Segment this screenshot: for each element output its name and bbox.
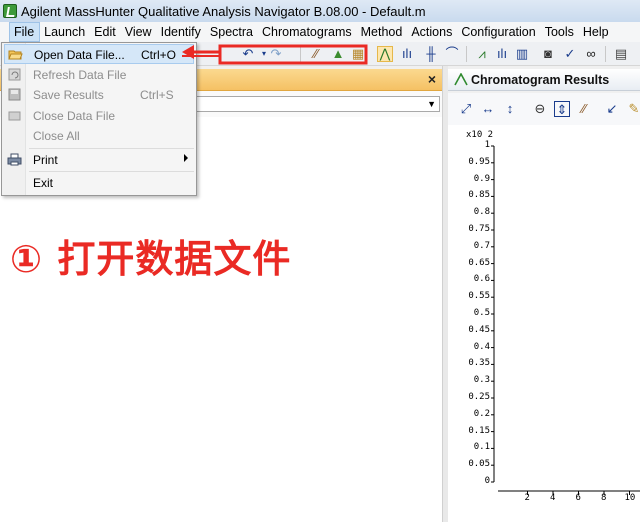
close-data-file-label: Close Data File: [33, 109, 116, 123]
y-tick-label: 0: [484, 476, 490, 486]
chromatogram-mode-icon[interactable]: ⋀: [377, 46, 393, 62]
menu-file[interactable]: File: [9, 22, 41, 42]
menu-help[interactable]: Help: [579, 22, 614, 42]
extract-chromatogram-icon[interactable]: ⩘: [474, 46, 490, 62]
menu-launch[interactable]: Launch: [40, 22, 90, 42]
menu-item-close-all[interactable]: Close All: [4, 126, 194, 146]
y-tick-label: 1: [484, 140, 490, 150]
y-tick-label: 0.75: [468, 224, 490, 234]
y-tick-label: 0.45: [468, 324, 490, 335]
extract-spectrum-icon[interactable]: ılı: [494, 46, 510, 62]
menu-item-print[interactable]: Print: [4, 150, 194, 170]
menu-item-open-data-file[interactable]: Open Data File... Ctrl+O: [4, 44, 194, 64]
save-results-label: Save Results: [33, 88, 104, 102]
file-menu-dropdown: Open Data File... Ctrl+O Refresh Data Fi…: [1, 42, 197, 196]
menu-item-close-data-file[interactable]: Close Data File: [4, 106, 194, 126]
y-tick-label: 0.05: [468, 459, 490, 470]
autoscale-x-icon[interactable]: ↔: [480, 101, 496, 117]
y-tick-label: 0.6: [473, 274, 490, 285]
y-tick-label: 0.5: [473, 308, 490, 318]
menu-separator: [29, 171, 194, 172]
data-navigator-select[interactable]: ▼: [195, 96, 440, 112]
y-tick-label: 0.4: [473, 341, 490, 352]
structure-icon[interactable]: ∞: [583, 46, 599, 62]
menu-tools[interactable]: Tools: [541, 22, 579, 42]
deconvolute-icon[interactable]: ▥: [514, 46, 530, 62]
save-icon: [7, 87, 22, 102]
refresh-icon: [7, 67, 22, 82]
y-tick-label: 0.8: [473, 207, 490, 218]
x-tick-label: 2: [524, 493, 530, 503]
menu-chromatograms[interactable]: Chromatograms: [258, 22, 357, 42]
menu-edit[interactable]: Edit: [90, 22, 121, 42]
menu-separator: [29, 148, 194, 149]
menu-view[interactable]: View: [121, 22, 157, 42]
menu-method[interactable]: Method: [357, 22, 408, 42]
step-annotation: ① 打开数据文件: [10, 237, 292, 281]
exit-label: Exit: [33, 176, 54, 190]
y-tick-label: 0.9: [473, 173, 490, 184]
menu-item-save-results[interactable]: Save Results Ctrl+S: [4, 85, 194, 105]
open-data-file-label: Open Data File...: [34, 48, 125, 62]
formula-icon[interactable]: ✓: [562, 46, 578, 62]
menu-identify[interactable]: Identify: [157, 22, 206, 42]
annotation-arrow: [182, 44, 368, 65]
y-tick-label: 0.95: [468, 156, 490, 167]
printer-icon: [7, 152, 22, 167]
chevron-down-icon: ▼: [427, 99, 436, 109]
window-title: Agilent MassHunter Qualitative Analysis …: [21, 3, 426, 19]
toolbar-separator: [466, 46, 467, 62]
title-bar: Agilent MassHunter Qualitative Analysis …: [0, 0, 640, 22]
submenu-arrow-icon: [184, 154, 188, 162]
open-data-file-shortcut: Ctrl+O: [141, 48, 177, 62]
menu-configuration[interactable]: Configuration: [457, 22, 540, 42]
print-label: Print: [33, 153, 58, 167]
y-tick-label: 0.55: [468, 291, 490, 302]
close-all-label: Close All: [33, 129, 80, 143]
report-icon[interactable]: ▤: [613, 46, 629, 62]
y-tick-label: 0.3: [473, 375, 490, 386]
x-tick-label: 4: [550, 493, 556, 503]
chromatogram-toolbar: ⤢ ↔ ↕ ⊖ ⇕ ⁄⁄ ↙ ✎: [448, 93, 640, 125]
y-tick-label: 0.25: [468, 392, 490, 402]
search-library-icon[interactable]: ◙: [540, 46, 556, 62]
save-results-shortcut: Ctrl+S: [140, 88, 174, 102]
x-tick-label: 10: [624, 493, 636, 503]
app-logo-icon: [3, 4, 17, 18]
x-tick-label: 8: [601, 493, 607, 503]
menu-actions[interactable]: Actions: [407, 22, 457, 42]
y-tick-label: 0.15: [468, 425, 490, 436]
fit-height-icon[interactable]: ⇕: [554, 101, 570, 117]
y-tick-label: 0.65: [468, 257, 490, 268]
open-folder-icon: [8, 47, 23, 62]
zoom-out-icon[interactable]: ⊖: [532, 101, 548, 117]
menu-item-refresh-data-file[interactable]: Refresh Data File: [4, 65, 194, 85]
close-file-icon: [7, 108, 22, 123]
manual-integrate-icon[interactable]: ⁄⁄: [576, 101, 592, 117]
menu-item-exit[interactable]: Exit: [4, 173, 194, 193]
y-tick-label: 0.7: [473, 240, 490, 251]
menu-bar: File Launch Edit View Identify Spectra C…: [0, 22, 640, 42]
chromatogram-results-title: Chromatogram Results: [471, 72, 610, 87]
uv-trace-icon[interactable]: ⌒: [444, 46, 460, 62]
y-tick-label: 0.35: [468, 358, 490, 369]
chromatogram-results-header: Chromatogram Results: [448, 69, 640, 91]
cursor-tool-icon[interactable]: ↙: [604, 101, 620, 117]
app-window: Agilent MassHunter Qualitative Analysis …: [0, 0, 640, 522]
autoscale-xy-icon[interactable]: ⤢: [458, 101, 474, 117]
toolbar-separator: [605, 46, 606, 62]
peak-icon: [454, 73, 468, 86]
y-tick-label: 0.85: [468, 190, 490, 201]
annotate-icon[interactable]: ✎: [626, 101, 640, 117]
menu-spectra[interactable]: Spectra: [206, 22, 258, 42]
spectrum-mode-icon[interactable]: ılı: [399, 46, 415, 62]
y-tick-label: 0.1: [473, 442, 490, 453]
x-tick-label: 6: [575, 493, 581, 503]
close-panel-icon[interactable]: ×: [428, 71, 436, 87]
refresh-data-file-label: Refresh Data File: [33, 68, 127, 82]
mass-list-icon[interactable]: ╫: [423, 46, 439, 62]
y-tick-label: 0.2: [473, 408, 490, 419]
chromatogram-chart[interactable]: x10 2 1 0.95 0.9 0.85 0.8 0.75 0.7 0.65 0.6 0.55 0…: [448, 125, 640, 522]
autoscale-y-icon[interactable]: ↕: [502, 101, 518, 117]
